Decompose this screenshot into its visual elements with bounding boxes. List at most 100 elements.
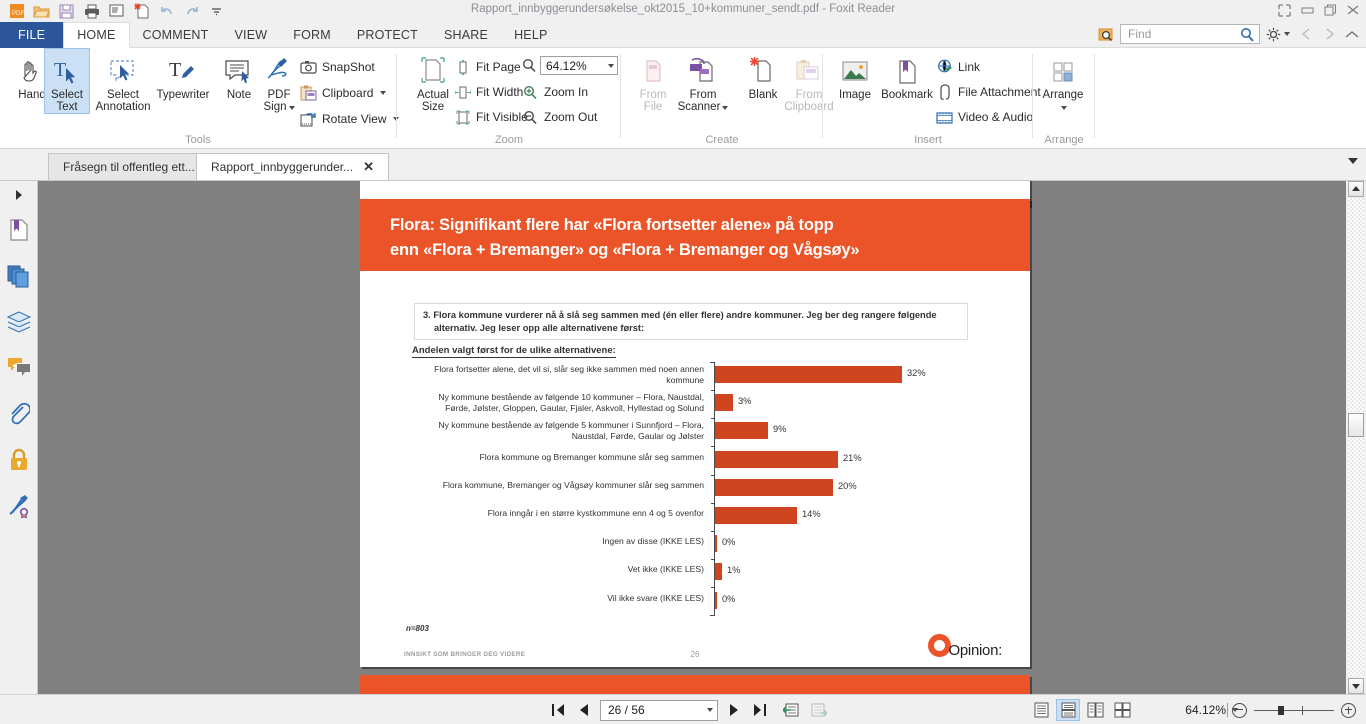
sidebar-item-comments[interactable] xyxy=(0,347,38,393)
scroll-down-button[interactable] xyxy=(1348,678,1364,694)
from-scanner-button[interactable]: From Scanner xyxy=(672,48,734,113)
menu-tab-comment[interactable]: COMMENT xyxy=(130,22,222,48)
single-page-view-button[interactable] xyxy=(1029,699,1053,721)
typewriter-label: Typewriter xyxy=(156,89,210,101)
zoom-in-icon[interactable] xyxy=(1341,702,1356,718)
fit-width-button[interactable]: Fit Width xyxy=(454,81,523,103)
fit-page-icon xyxy=(454,59,471,76)
vertical-scrollbar[interactable] xyxy=(1346,181,1366,694)
document-tab-2[interactable]: Rapport_innbyggerunder... ✕ xyxy=(196,153,390,180)
chart-category-label: Vil ikke svare (IKKE LES) xyxy=(406,593,704,604)
page-number-chevron-down-icon[interactable] xyxy=(707,708,713,712)
zoom-out-icon xyxy=(522,109,539,126)
zoom-out-button[interactable]: Zoom Out xyxy=(522,106,597,128)
expand-panel-icon[interactable] xyxy=(0,181,38,209)
typewriter-button[interactable]: T Typewriter xyxy=(152,48,214,101)
chart-category-label: Flora kommune og Bremanger kommune slår … xyxy=(406,452,704,463)
page-number-input[interactable]: 26 / 56 xyxy=(600,699,718,721)
clipboard-chevron-down-icon[interactable] xyxy=(380,91,387,95)
arrange-button[interactable]: Arrange xyxy=(1036,48,1090,113)
chart-category-label: Ny kommune bestående av følgende 10 komm… xyxy=(406,392,704,414)
fit-visible-button[interactable]: Fit Visible xyxy=(454,106,528,128)
facing-view-button[interactable] xyxy=(1083,699,1107,721)
next-page-icon[interactable] xyxy=(724,699,744,721)
actual-size-button[interactable]: Actual Size xyxy=(406,48,460,113)
rotate-view-button[interactable]: Rotate View xyxy=(300,108,400,130)
menu-tab-form[interactable]: FORM xyxy=(280,22,344,48)
menu-tab-file[interactable]: FILE xyxy=(0,22,64,48)
zoom-level-chevron-down-icon[interactable] xyxy=(608,63,614,68)
menu-tab-help[interactable]: HELP xyxy=(501,22,560,48)
pdf-sign-chevron-down-icon[interactable] xyxy=(288,106,295,110)
zoom-slider-area[interactable] xyxy=(1223,695,1356,724)
clipboard-button[interactable]: Clipboard xyxy=(300,82,387,104)
chart-bar-value: 14% xyxy=(802,509,821,519)
close-icon[interactable] xyxy=(1345,2,1362,19)
menu-tab-share[interactable]: SHARE xyxy=(431,22,501,48)
fit-page-button[interactable]: Fit Page xyxy=(454,56,521,78)
zoom-level-input[interactable]: 64.12% xyxy=(540,56,618,75)
chart-bar xyxy=(715,479,833,496)
search-document-icon[interactable] xyxy=(1095,24,1117,44)
from-scanner-chevron-down-icon[interactable] xyxy=(722,106,729,110)
select-annotation-button[interactable]: Select Annotation xyxy=(92,48,154,113)
sidebar-item-page-thumbnails[interactable] xyxy=(0,255,38,301)
sidebar-item-attachments[interactable] xyxy=(0,393,38,439)
pdf-sign-icon xyxy=(263,52,295,86)
continuous-facing-view-button[interactable] xyxy=(1110,699,1134,721)
document-view[interactable]: Flora: Signifikant flere har «Flora fort… xyxy=(38,181,1346,694)
sidebar-item-digital-signatures[interactable] xyxy=(0,485,38,531)
previous-view-icon[interactable] xyxy=(782,699,802,721)
bookmark-button[interactable]: Bookmark xyxy=(876,48,938,101)
zoom-in-button[interactable]: Zoom In xyxy=(522,81,588,103)
restore-layout-icon[interactable] xyxy=(1276,2,1293,19)
menu-tab-home[interactable]: HOME xyxy=(63,22,130,48)
continuous-view-button[interactable] xyxy=(1056,699,1080,721)
collapse-ribbon-icon[interactable] xyxy=(1342,24,1362,44)
last-page-icon[interactable] xyxy=(750,699,770,721)
image-button[interactable]: Image xyxy=(828,48,882,101)
bookmark-icon xyxy=(892,52,922,86)
previous-result-icon[interactable] xyxy=(1296,24,1316,44)
next-result-icon[interactable] xyxy=(1319,24,1339,44)
restore-icon[interactable] xyxy=(1322,2,1339,19)
find-input-wrapper[interactable] xyxy=(1120,24,1260,44)
sidebar-item-security[interactable] xyxy=(0,439,38,485)
document-tab-2-close-icon[interactable]: ✕ xyxy=(363,159,374,175)
pdf-sign-button[interactable]: PDF Sign xyxy=(252,48,306,113)
tab-list-chevron-down-icon[interactable] xyxy=(1348,158,1358,164)
actual-size-label-l1: Actual xyxy=(417,89,449,101)
axis-cap-top xyxy=(710,362,715,363)
bar-chart: Flora fortsetter alene, det vil si, slår… xyxy=(406,362,986,616)
next-page-sliver xyxy=(360,675,1030,694)
scrollbar-track[interactable] xyxy=(1348,198,1364,677)
minimize-icon[interactable] xyxy=(1299,2,1316,19)
zoom-slider-track[interactable] xyxy=(1254,705,1334,715)
find-magnifier-icon[interactable] xyxy=(1240,27,1255,47)
chart-category-label-line: Vil ikke svare (IKKE LES) xyxy=(607,593,704,603)
sidebar-item-layers[interactable] xyxy=(0,301,38,347)
chevron-down-icon[interactable] xyxy=(1284,32,1290,36)
previous-page-icon[interactable] xyxy=(574,699,594,721)
next-view-icon[interactable] xyxy=(808,699,828,721)
scroll-up-button[interactable] xyxy=(1348,181,1364,197)
first-page-icon[interactable] xyxy=(548,699,568,721)
document-tab-1[interactable]: Fråsegn til offentleg ett... xyxy=(48,153,210,180)
find-input[interactable] xyxy=(1126,25,1238,43)
menu-tab-protect[interactable]: PROTECT xyxy=(344,22,431,48)
arrange-chevron-down-icon[interactable] xyxy=(1060,106,1067,110)
menu-tab-view[interactable]: VIEW xyxy=(222,22,281,48)
sidebar-item-bookmarks[interactable] xyxy=(0,209,38,255)
snapshot-button[interactable]: SnapShot xyxy=(300,56,375,78)
file-attachment-button[interactable]: File Attachment xyxy=(936,81,1041,103)
status-bar: 26 / 56 64.12% xyxy=(0,694,1366,724)
scrollbar-thumb[interactable] xyxy=(1348,413,1364,437)
zoom-slider-thumb[interactable] xyxy=(1278,705,1284,715)
video-audio-button[interactable]: Video & Audio xyxy=(936,106,1033,128)
find-settings-button[interactable] xyxy=(1263,27,1293,42)
select-text-button[interactable]: T Select Text xyxy=(44,48,90,114)
pdf-page-26[interactable]: Flora: Signifikant flere har «Flora fort… xyxy=(360,199,1030,667)
zoom-out-icon[interactable] xyxy=(1232,702,1247,718)
select-text-label-l2: Text xyxy=(56,101,78,113)
link-button[interactable]: Link xyxy=(936,56,980,78)
